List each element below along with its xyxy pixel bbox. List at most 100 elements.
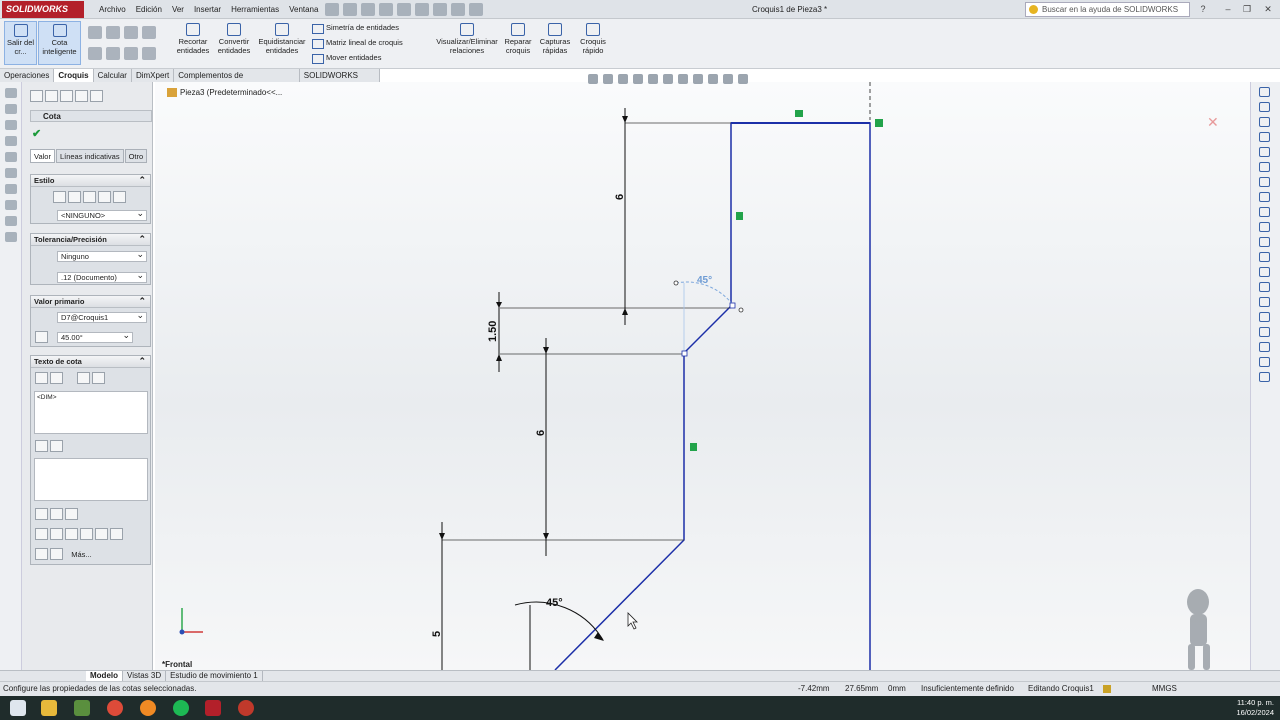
repair-sketch-button[interactable]: Reparar croquis bbox=[502, 21, 534, 55]
property-manager-icon[interactable] bbox=[45, 90, 58, 102]
circle-icon[interactable] bbox=[106, 26, 120, 39]
dynamic-annotation-icon[interactable] bbox=[648, 74, 658, 84]
close-icon[interactable]: ✕ bbox=[1262, 3, 1274, 15]
sketch-icon[interactable] bbox=[5, 216, 17, 226]
ellipse-icon[interactable] bbox=[1259, 177, 1270, 187]
app-icon[interactable] bbox=[238, 700, 254, 716]
check-icon[interactable] bbox=[5, 200, 17, 210]
menu-ventana[interactable]: Ventana bbox=[284, 0, 323, 19]
minimize-icon[interactable]: – bbox=[1222, 3, 1234, 15]
tab-croquis[interactable]: Croquis bbox=[54, 69, 94, 82]
open-icon[interactable] bbox=[361, 3, 376, 16]
tab-operaciones[interactable]: Operaciones bbox=[0, 69, 55, 82]
rectangle-icon[interactable] bbox=[1259, 102, 1270, 112]
dimension-1-50[interactable]: 1.50 bbox=[487, 321, 499, 342]
move-entities-button[interactable]: Mover entidades bbox=[312, 52, 381, 64]
redo-icon[interactable] bbox=[5, 120, 17, 130]
dim-text-field[interactable]: <DIM> bbox=[34, 391, 148, 434]
windows-start-icon[interactable] bbox=[10, 700, 26, 716]
point-icon[interactable] bbox=[142, 47, 156, 60]
hide-show-icon[interactable] bbox=[693, 74, 703, 84]
more-button[interactable]: Más... bbox=[71, 550, 91, 559]
relations-icon[interactable] bbox=[1259, 357, 1270, 367]
xx-icon[interactable] bbox=[92, 372, 105, 384]
precision-select[interactable]: .12 (Documento) bbox=[57, 270, 147, 283]
tab-dimxpert[interactable]: DimXpert bbox=[131, 69, 175, 82]
select-icon[interactable] bbox=[433, 3, 448, 16]
rebuild-icon[interactable] bbox=[1103, 685, 1111, 693]
align-center-icon[interactable] bbox=[50, 508, 63, 520]
arc-icon[interactable] bbox=[106, 47, 120, 60]
unit-system[interactable]: MMGS bbox=[1152, 682, 1177, 696]
appearance-icon[interactable] bbox=[708, 74, 718, 84]
line-icon[interactable] bbox=[88, 26, 102, 39]
chevron-down-icon[interactable] bbox=[110, 528, 123, 540]
convert-entities-button[interactable]: Convertir entidades bbox=[214, 21, 254, 55]
tab-estudio-movimiento[interactable]: Estudio de movimiento 1 bbox=[166, 671, 263, 681]
trim-entities-button[interactable]: Recortar entidades bbox=[174, 21, 212, 55]
mirror-entities-button[interactable]: Simetría de entidades bbox=[312, 22, 399, 34]
dim-text-field-2[interactable] bbox=[34, 458, 148, 501]
sketch-profile[interactable] bbox=[554, 122, 871, 670]
snap-icon[interactable] bbox=[5, 184, 17, 194]
circle-icon[interactable] bbox=[1259, 132, 1270, 142]
arc-icon[interactable] bbox=[1259, 147, 1270, 157]
accept-icon[interactable]: ✔ bbox=[32, 127, 41, 140]
rectangle-icon[interactable] bbox=[88, 47, 102, 60]
vertex-handle[interactable] bbox=[681, 350, 688, 357]
help-icon[interactable]: ? bbox=[1197, 3, 1209, 15]
pattern-icon[interactable] bbox=[1259, 327, 1270, 337]
menu-insertar[interactable]: Insertar bbox=[189, 0, 226, 19]
view-orientation-icon[interactable] bbox=[663, 74, 673, 84]
copy-icon[interactable] bbox=[5, 136, 17, 146]
add-style-icon[interactable] bbox=[68, 191, 81, 203]
tab-modelo[interactable]: Modelo bbox=[86, 671, 123, 681]
mirror-icon[interactable] bbox=[1259, 312, 1270, 322]
paste-icon[interactable] bbox=[5, 152, 17, 162]
spotify-icon[interactable] bbox=[173, 700, 189, 716]
angle-dimension-top[interactable]: 45° bbox=[697, 275, 712, 286]
arrow-both-icon[interactable] bbox=[35, 372, 48, 384]
scene-icon[interactable] bbox=[723, 74, 733, 84]
pin-icon[interactable] bbox=[325, 3, 340, 16]
dimension-6-top[interactable]: 6 bbox=[614, 194, 626, 200]
tab-calcular[interactable]: Calcular bbox=[93, 69, 132, 82]
zoom-to-fit-icon[interactable] bbox=[588, 74, 598, 84]
smart-dimension-button[interactable]: Cota inteligente bbox=[38, 21, 81, 65]
rapid-sketch-button[interactable]: Croquis rápido bbox=[576, 21, 610, 55]
fillet-icon[interactable] bbox=[124, 47, 138, 60]
value-reset-icon[interactable] bbox=[35, 331, 48, 343]
fillet-icon[interactable] bbox=[1259, 192, 1270, 202]
tolerance-select[interactable]: Ninguno bbox=[57, 249, 147, 262]
print-icon[interactable] bbox=[397, 3, 412, 16]
centerline-icon[interactable] bbox=[1259, 237, 1270, 247]
align-left-icon[interactable] bbox=[35, 508, 48, 520]
repair-icon[interactable] bbox=[1259, 372, 1270, 382]
menu-ver[interactable]: Ver bbox=[167, 0, 189, 19]
solidworks-logo[interactable]: SOLIDWORKS bbox=[2, 1, 84, 18]
help-search-input[interactable]: Buscar en la ayuda de SOLIDWORKS bbox=[1025, 2, 1190, 17]
estilo-title[interactable]: Estilo bbox=[31, 174, 150, 187]
cancel-sketch-icon[interactable]: ✕ bbox=[1207, 114, 1219, 130]
trim-icon[interactable] bbox=[1259, 267, 1270, 277]
style-select[interactable]: <NINGUNO> bbox=[57, 208, 147, 221]
dimension-6-middle[interactable]: 6 bbox=[535, 430, 547, 436]
display-relations-button[interactable]: Visualizar/Eliminar relaciones bbox=[434, 21, 500, 55]
view-settings-icon[interactable] bbox=[738, 74, 748, 84]
exit-sketch-button[interactable]: Salir del cr... bbox=[4, 21, 37, 65]
app-icon[interactable] bbox=[74, 700, 90, 716]
grid-icon[interactable] bbox=[5, 168, 17, 178]
restore-icon[interactable]: ❐ bbox=[1241, 3, 1253, 15]
align-right-icon[interactable] bbox=[65, 508, 78, 520]
solidworks-taskbar-icon[interactable] bbox=[205, 700, 221, 716]
polygon-icon[interactable] bbox=[1259, 207, 1270, 217]
update-style-icon[interactable] bbox=[83, 191, 96, 203]
feature-manager-icon[interactable] bbox=[5, 88, 17, 98]
menu-archivo[interactable]: Archivo bbox=[94, 0, 131, 19]
save-style-icon[interactable] bbox=[113, 191, 126, 203]
spline-icon[interactable] bbox=[1259, 162, 1270, 172]
texto-cota-title[interactable]: Texto de cota bbox=[31, 355, 150, 368]
xx-icon[interactable] bbox=[50, 440, 63, 452]
tab-complementos[interactable]: Complementos de SOLIDWORKS bbox=[174, 69, 300, 93]
menu-edicion[interactable]: Edición bbox=[131, 0, 167, 19]
